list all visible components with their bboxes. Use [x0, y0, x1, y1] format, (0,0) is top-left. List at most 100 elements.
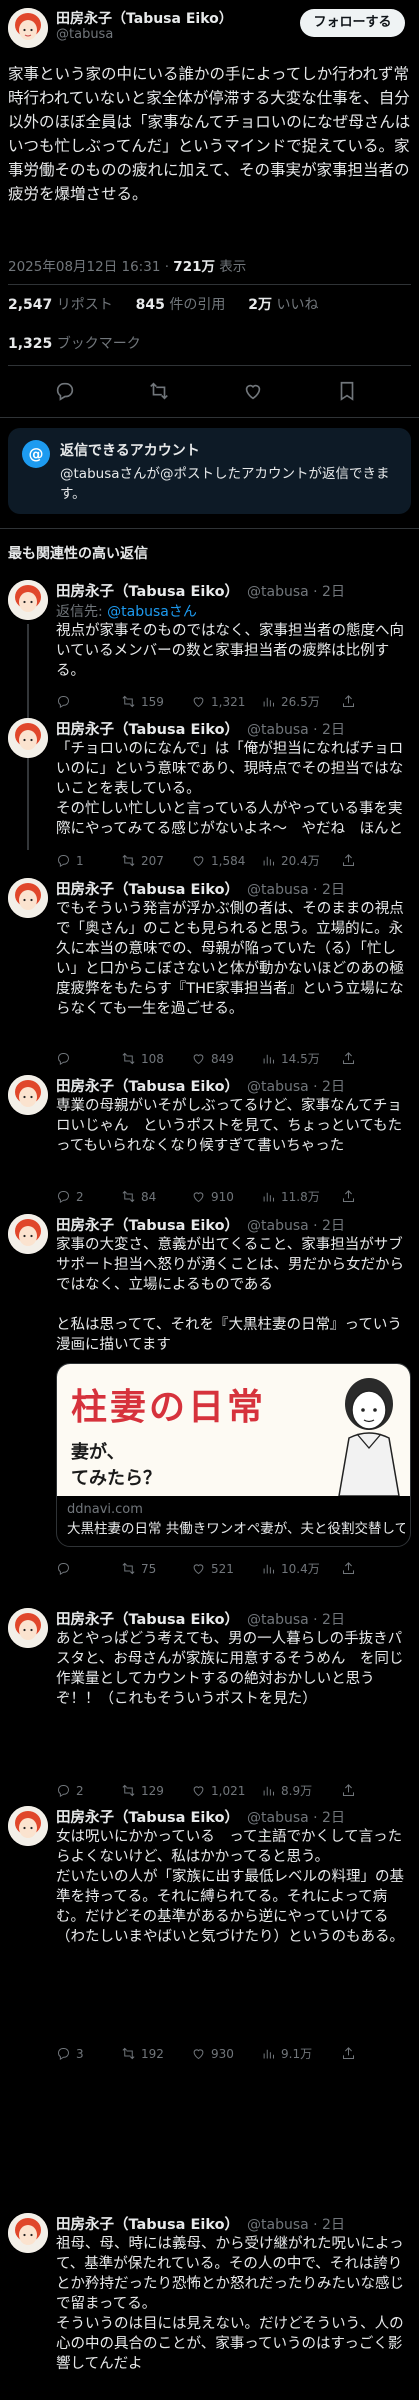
share-button[interactable] [341, 1188, 356, 1205]
reply-to-handle[interactable]: @tabusaさん [107, 604, 197, 620]
reply-author-name[interactable]: 田房永子（Tabusa Eiko） [56, 718, 239, 739]
quotes-stat[interactable]: 845 件の引用 [136, 297, 226, 313]
views-button[interactable]: 10.4万 [261, 1560, 341, 1577]
reply-button[interactable]: 1 [56, 852, 121, 869]
author-name[interactable]: 田房永子（Tabusa Eiko） [56, 8, 233, 28]
reply-author-name[interactable]: 田房永子（Tabusa Eiko） [56, 1075, 239, 1096]
share-button[interactable] [341, 852, 356, 869]
reply-author-name[interactable]: 田房永子（Tabusa Eiko） [56, 1608, 239, 1629]
like-button[interactable]: 930 [191, 2045, 261, 2062]
reply-handle-time[interactable]: @tabusa · 2日 [247, 879, 345, 899]
like-count: 1,321 [211, 694, 246, 709]
sort-label[interactable]: 最も関連性の高い返信 [8, 543, 148, 563]
likes-stat[interactable]: 2万 いいね [248, 297, 318, 313]
avatar-illustration [8, 2213, 48, 2253]
reply-handle-time[interactable]: @tabusa · 2日 [247, 1807, 345, 1827]
reply-avatar[interactable] [8, 1214, 48, 1254]
share-button[interactable] [341, 693, 356, 710]
reply-avatar[interactable] [8, 2213, 48, 2253]
share-button[interactable] [341, 1782, 356, 1799]
avatar-illustration [8, 1214, 48, 1254]
repost-button[interactable]: 75 [121, 1560, 191, 1577]
reply-handle-time[interactable]: @tabusa · 2日 [247, 1609, 345, 1629]
views-button[interactable]: 9.1万 [261, 2045, 341, 2062]
like-button[interactable]: 910 [191, 1188, 261, 1205]
reply-button[interactable] [56, 693, 121, 710]
reply-handle-time[interactable]: @tabusa · 2日 [247, 2214, 345, 2234]
repost-icon [122, 1562, 135, 1575]
repost-button[interactable]: 159 [121, 693, 191, 710]
share-button[interactable] [341, 1560, 356, 1577]
views-button[interactable]: 20.4万 [261, 852, 341, 869]
reply-author-name[interactable]: 田房永子（Tabusa Eiko） [56, 2213, 239, 2234]
like-button[interactable]: 1,584 [191, 852, 261, 869]
like-button[interactable]: 1,021 [191, 1782, 261, 1799]
avatar-illustration [8, 1806, 48, 1846]
reply-button[interactable]: 3 [56, 2045, 121, 2062]
avatar-illustration [8, 8, 48, 48]
reply-actions: 2 129 1,021 8.9万 [56, 1782, 411, 1799]
reply-avatar[interactable] [8, 718, 48, 758]
author-avatar[interactable] [8, 8, 48, 48]
like-count: 521 [211, 1561, 234, 1576]
like-icon [193, 697, 204, 708]
divider [0, 417, 419, 418]
reply-avatar[interactable] [8, 580, 48, 620]
reply-button[interactable]: 2 [56, 1782, 121, 1799]
bookmarks-stat[interactable]: 1,325 ブックマーク [8, 333, 141, 353]
reply-button[interactable] [56, 1050, 121, 1067]
reply-text: 家事の大変さ、意義が出てくること、家事担当がサブサポート担当へ怒りが湧くことは、… [56, 1237, 404, 1353]
views-button[interactable]: 8.9万 [261, 1782, 341, 1799]
repost-count: 75 [141, 1561, 157, 1576]
bookmark-icon[interactable] [336, 380, 358, 406]
reply-icon[interactable] [54, 380, 76, 406]
like-icon [193, 1054, 204, 1065]
reply-text: 女は呪いにかかっている って主語でかくして言ったらよくないけど、私はかかってると… [56, 1829, 404, 1945]
reply-avatar[interactable] [8, 1806, 48, 1846]
reply-author-name[interactable]: 田房永子（Tabusa Eiko） [56, 1214, 239, 1235]
views-count: 721万 [173, 259, 215, 275]
reply-avatar[interactable] [8, 1075, 48, 1115]
repost-icon[interactable] [148, 380, 170, 406]
views-button[interactable]: 11.8万 [261, 1188, 341, 1205]
link-card[interactable]: 柱妻の日常 妻が、 てみたら？ ddnavi.com 大黒柱妻の日常 共働きワン… [56, 1363, 411, 1547]
repost-button[interactable]: 129 [121, 1782, 191, 1799]
post-timestamp[interactable]: 2025年08月12日 16:31 · [8, 259, 173, 275]
reply-button[interactable] [56, 1560, 121, 1577]
views-button[interactable]: 26.5万 [261, 693, 341, 710]
like-button[interactable]: 849 [191, 1050, 261, 1067]
repost-button[interactable]: 207 [121, 852, 191, 869]
reply-author-name[interactable]: 田房永子（Tabusa Eiko） [56, 878, 239, 899]
repost-count: 129 [141, 1783, 164, 1798]
repost-icon [122, 854, 135, 867]
reply-avatar[interactable] [8, 878, 48, 918]
repost-button[interactable]: 84 [121, 1188, 191, 1205]
views-icon [263, 1054, 274, 1064]
reply-handle-time[interactable]: @tabusa · 2日 [247, 1215, 345, 1235]
bookmarks-count: 1,325 [8, 336, 53, 352]
like-icon[interactable] [242, 380, 264, 406]
author-handle[interactable]: @tabusa [56, 27, 113, 42]
repost-button[interactable]: 192 [121, 2045, 191, 2062]
quotes-label: 件の引用 [164, 297, 226, 313]
views-count: 20.4万 [281, 854, 320, 868]
like-count: 849 [211, 1051, 234, 1066]
share-button[interactable] [341, 1050, 356, 1067]
reply-text: 祖母、母、時には義母、から受け継がれた呪いによって、基準が保たれている。その人の… [56, 2236, 404, 2372]
reposts-stat[interactable]: 2,547 リポスト [8, 297, 113, 313]
views-count: 14.5万 [281, 1052, 320, 1066]
reply-handle-time[interactable]: @tabusa · 2日 [247, 581, 345, 601]
views-button[interactable]: 14.5万 [261, 1050, 341, 1067]
follow-button[interactable]: フォローする [300, 9, 405, 37]
reply-author-name[interactable]: 田房永子（Tabusa Eiko） [56, 580, 239, 601]
repost-button[interactable]: 108 [121, 1050, 191, 1067]
reply-handle-time[interactable]: @tabusa · 2日 [247, 1076, 345, 1096]
like-button[interactable]: 1,321 [191, 693, 261, 710]
reply-button[interactable]: 2 [56, 1188, 121, 1205]
like-button[interactable]: 521 [191, 1560, 261, 1577]
share-button[interactable] [341, 2045, 356, 2062]
reply-handle-time[interactable]: @tabusa · 2日 [247, 719, 345, 739]
likes-label: いいね [272, 297, 319, 313]
reply-author-name[interactable]: 田房永子（Tabusa Eiko） [56, 1806, 239, 1827]
reply-avatar[interactable] [8, 1608, 48, 1648]
